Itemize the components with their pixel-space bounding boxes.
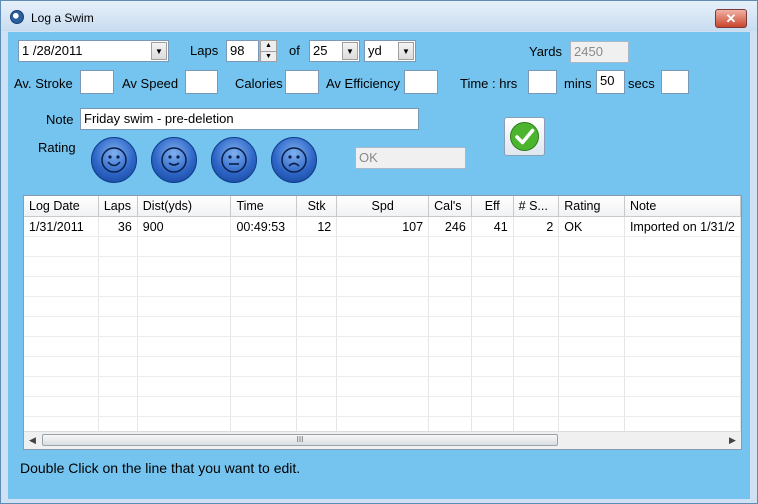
cell-dist: 900 [137, 216, 232, 237]
efficiency-input[interactable] [404, 70, 438, 94]
mins-input[interactable]: 50 [596, 70, 625, 94]
laps-label: Laps [190, 43, 219, 58]
unit-value: yd [368, 43, 382, 58]
pool-length-dropdown[interactable]: 25 ▼ [309, 40, 360, 62]
table-row [24, 336, 741, 357]
col-rating[interactable]: Rating [558, 196, 625, 217]
swim-log-grid[interactable]: Log Date Laps Dist(yds) Time Stk Spd Cal… [23, 195, 742, 450]
note-label: Note [46, 112, 74, 127]
table-row [24, 296, 741, 317]
col-dist[interactable]: Dist(yds) [137, 196, 232, 217]
stroke-label: Av. Stroke [14, 76, 73, 91]
cell-rating: OK [558, 216, 625, 237]
hours-input[interactable] [528, 70, 557, 94]
cell-spd: 107 [336, 216, 430, 237]
cell-stk: 12 [296, 216, 338, 237]
chevron-down-icon[interactable]: ▼ [398, 42, 414, 60]
happy-face-icon[interactable] [151, 137, 197, 183]
col-cals[interactable]: Cal's [428, 196, 472, 217]
grid-header: Log Date Laps Dist(yds) Time Stk Spd Cal… [24, 196, 741, 217]
neutral-face-icon[interactable] [211, 137, 257, 183]
table-row [24, 356, 741, 377]
sad-face-icon[interactable] [271, 137, 317, 183]
spin-down-icon[interactable]: ▼ [261, 52, 276, 62]
table-row [24, 316, 741, 337]
efficiency-label: Av Efficiency [326, 76, 400, 91]
cell-num-s: 2 [513, 216, 560, 237]
mins-label: mins [564, 76, 592, 91]
close-button[interactable]: ✕ [715, 9, 747, 28]
chevron-down-icon[interactable]: ▼ [342, 42, 358, 60]
table-row [24, 396, 741, 417]
pool-length-value: 25 [313, 43, 328, 58]
table-row [24, 236, 741, 257]
cell-eff: 41 [471, 216, 514, 237]
of-label: of [289, 43, 300, 58]
rating-label: Rating [38, 140, 76, 155]
cell-note: Imported on 1/31/2 [624, 216, 741, 237]
date-value: 1 /28/2011 [22, 43, 83, 58]
green-check-icon [510, 122, 539, 151]
cell-laps: 36 [98, 216, 138, 237]
laps-stepper[interactable]: ▲ ▼ [260, 40, 277, 62]
calories-label: Calories [235, 76, 283, 91]
secs-label: secs [628, 76, 655, 91]
form-area: 1 /28/2011 ▼ Laps 98 ▲ ▼ of 25 ▼ yd ▼ Ya… [8, 32, 750, 499]
table-row[interactable]: 1/31/2011 36 900 00:49:53 12 107 246 41 … [24, 216, 741, 237]
chevron-down-icon[interactable]: ▼ [151, 42, 167, 60]
hours-label: Time : hrs [460, 76, 518, 91]
very-happy-face-icon[interactable] [91, 137, 137, 183]
status-hint: Double Click on the line that you want t… [20, 460, 301, 476]
col-stk[interactable]: Stk [296, 196, 338, 217]
yards-field: 2450 [570, 41, 629, 63]
col-num-s[interactable]: # S... [513, 196, 560, 217]
calories-input[interactable] [285, 70, 319, 94]
col-eff[interactable]: Eff [471, 196, 514, 217]
cell-log-date: 1/31/2011 [24, 216, 99, 237]
yards-label: Yards [529, 44, 562, 59]
col-note[interactable]: Note [624, 196, 741, 217]
title-bar[interactable]: Log a Swim ✕ [1, 1, 757, 31]
secs-input[interactable] [661, 70, 689, 94]
speed-input[interactable] [185, 70, 218, 94]
stroke-input[interactable] [80, 70, 114, 94]
window-title: Log a Swim [31, 11, 94, 25]
cell-time: 00:49:53 [230, 216, 298, 237]
spin-up-icon[interactable]: ▲ [261, 41, 276, 52]
col-spd[interactable]: Spd [336, 196, 430, 217]
log-a-swim-window: Log a Swim ✕ 1 /28/2011 ▼ Laps 98 ▲ ▼ of… [0, 0, 758, 504]
scroll-thumb[interactable]: III [42, 434, 558, 446]
cell-cals: 246 [428, 216, 472, 237]
table-row [24, 376, 741, 397]
horizontal-scrollbar[interactable]: ◀ III ▶ [24, 431, 741, 449]
scroll-left-icon[interactable]: ◀ [24, 432, 41, 449]
speed-label: Av Speed [122, 76, 179, 91]
app-icon [10, 10, 24, 24]
note-input[interactable]: Friday swim - pre-deletion [80, 108, 419, 130]
scroll-right-icon[interactable]: ▶ [724, 432, 741, 449]
unit-dropdown[interactable]: yd ▼ [364, 40, 416, 62]
table-row [24, 276, 741, 297]
ok-button[interactable] [504, 117, 545, 156]
rating-field: OK [355, 147, 466, 169]
date-dropdown[interactable]: 1 /28/2011 ▼ [18, 40, 169, 62]
laps-input[interactable]: 98 [226, 40, 259, 62]
col-time[interactable]: Time [230, 196, 298, 217]
col-laps[interactable]: Laps [98, 196, 138, 217]
table-row [24, 256, 741, 277]
col-log-date[interactable]: Log Date [24, 196, 99, 217]
